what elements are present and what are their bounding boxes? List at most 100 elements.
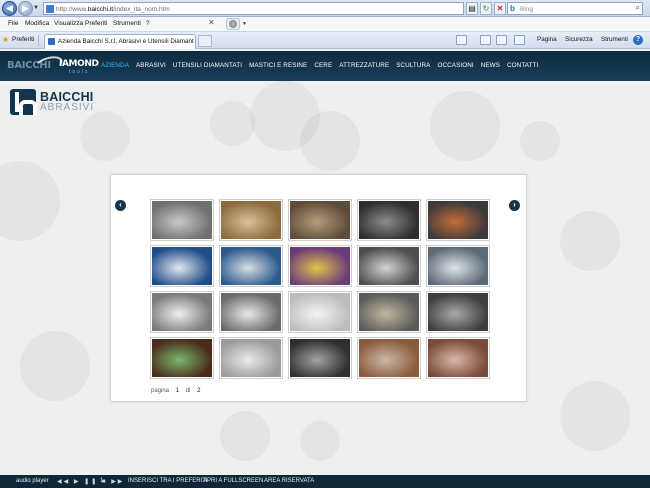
thumb-abrasive-wheels-image [152, 201, 212, 239]
tab-bar: ★ Preferiti Azienda Baicchi S.r.l. Abras… [0, 32, 650, 49]
search-input[interactable]: b Bing ⌕ [507, 2, 643, 15]
favorites-button[interactable]: Preferiti [12, 36, 34, 43]
thumb-grinding-segments[interactable] [426, 291, 490, 333]
refresh-icon[interactable]: ↻ [480, 2, 492, 15]
menu-visualizza[interactable]: Visualizza [54, 20, 83, 27]
menu-preferiti[interactable]: Preferiti [85, 20, 107, 27]
background-bubble [520, 121, 560, 161]
thumb-diamond-blade-image [428, 247, 488, 285]
help-icon[interactable]: ? [633, 35, 643, 45]
thumb-sanding-disc[interactable] [357, 337, 421, 379]
menu-modifica[interactable]: Modifica [25, 20, 49, 27]
footer-fullscreen-link[interactable]: APRI A FULLSCREEN [203, 478, 263, 484]
thumb-diamond-blade[interactable] [426, 245, 490, 287]
baicchi-logo-icon[interactable] [10, 89, 37, 116]
nav-cere[interactable]: CERE [314, 62, 332, 69]
thumb-diamond-wire-image [152, 293, 212, 331]
audio-player-label: audio player [16, 478, 49, 484]
menu-pagina[interactable]: Pagina [537, 36, 557, 43]
thumb-saw-blade-edge[interactable] [288, 291, 352, 333]
address-bar: ◀ ▶ ▼ http://www.baicchi.it/index_ita_no… [0, 0, 650, 17]
mail-icon[interactable] [496, 35, 507, 45]
thumb-cutting-ring-image [221, 293, 281, 331]
logo-subtitle: ABRASIVI [40, 102, 95, 113]
menu-help[interactable]: ? [146, 20, 150, 27]
home-icon[interactable] [456, 35, 467, 45]
thumb-core-bit[interactable] [357, 291, 421, 333]
thumb-colored-abrasives-image [428, 201, 488, 239]
tab-active[interactable]: Azienda Baicchi S.r.l. Abrasivi e Utensi… [44, 34, 196, 49]
nav-mastici-e-resine[interactable]: MASTICI E RESINE [249, 62, 307, 69]
thumb-abrasive-wheels[interactable] [150, 199, 214, 241]
thumb-cup-stones-image [359, 201, 419, 239]
feeds-icon[interactable] [480, 35, 491, 45]
history-dropdown-icon[interactable]: ▼ [33, 5, 39, 11]
background-bubble [0, 161, 60, 241]
nav-scultura[interactable]: SCULTURA [396, 62, 430, 69]
main-nav: AZIENDA ABRASIVI UTENSILI DIAMANTATI MAS… [101, 62, 545, 69]
nav-azienda[interactable]: AZIENDA [101, 62, 129, 69]
audio-track-number: 1 [100, 478, 104, 484]
url-field[interactable]: http://www.baicchi.it/index_ita_nom.htm [43, 2, 464, 15]
footer-reserved-area-link[interactable]: AREA RISERVATA [264, 478, 314, 484]
back-button[interactable]: ◀ [2, 1, 17, 16]
thumb-cup-stones[interactable] [357, 199, 421, 241]
thumb-cutting-ring[interactable] [219, 291, 283, 333]
compatibility-icon[interactable]: ▤ [466, 2, 478, 15]
thumb-saw-blade-edge-image [290, 293, 350, 331]
thumb-curved-blade[interactable] [288, 337, 352, 379]
background-bubble [80, 111, 130, 161]
toolbar-addon-icon[interactable] [226, 18, 240, 30]
thumb-chisel-tips-image [221, 339, 281, 377]
search-icon[interactable]: ⌕ [636, 3, 640, 13]
site-favicon-icon [46, 5, 54, 13]
bing-logo-icon: b [510, 4, 515, 13]
thumb-abrasive-rolls-image [152, 339, 212, 377]
gallery-prev-arrow-icon[interactable]: ‹ [115, 200, 126, 211]
thumb-abrasive-rolls[interactable] [150, 337, 214, 379]
menu-sicurezza[interactable]: Sicurezza [565, 36, 593, 43]
thumb-grinding-blocks[interactable] [219, 199, 283, 241]
divider [38, 35, 39, 46]
background-bubble [560, 211, 620, 271]
thumb-polishing-discs[interactable] [357, 245, 421, 287]
footer-add-favorites-link[interactable]: INSERISCI TRA I PREFERITI [128, 478, 208, 484]
favorites-star-icon[interactable]: ★ [2, 35, 9, 44]
thumb-diamond-segments[interactable] [288, 199, 352, 241]
nav-news[interactable]: NEWS [481, 62, 500, 69]
thumb-chisel-tips[interactable] [219, 337, 283, 379]
nav-utensili-diamantati[interactable]: UTENSILI DIAMANTATI [173, 62, 242, 69]
gallery-next-arrow-icon[interactable]: › [509, 200, 520, 211]
pager-current-page[interactable]: 1 [176, 388, 179, 394]
menu-strumenti[interactable]: Strumenti [113, 20, 141, 27]
stop-icon[interactable]: ✕ [494, 2, 506, 15]
address-actions: ▤ ↻ ✕ [466, 2, 506, 15]
nav-contatti[interactable]: CONTATTI [507, 62, 538, 69]
pager-label: pagina [151, 388, 170, 394]
print-icon[interactable] [514, 35, 525, 45]
new-tab-button[interactable] [198, 35, 212, 47]
nav-abrasivi[interactable]: ABRASIVI [136, 62, 166, 69]
thumb-colored-abrasives[interactable] [426, 199, 490, 241]
thumb-adhesive-pail[interactable] [219, 245, 283, 287]
thumb-spray-cans[interactable] [288, 245, 352, 287]
menu-strumenti-cmd[interactable]: Strumenti [601, 36, 628, 43]
footer-bar: audio player ◀◀ ▶ ❚❚ ■ ▶▶ 1 INSERISCI TR… [0, 475, 650, 488]
thumb-diamond-segments-image [290, 201, 350, 239]
thumb-resin-cans[interactable] [150, 245, 214, 287]
nav-attrezzature[interactable]: ATTREZZATURE [339, 62, 389, 69]
pager-total-pages[interactable]: 2 [197, 388, 200, 394]
thumb-core-bit-image [359, 293, 419, 331]
thumb-core-drills[interactable] [426, 337, 490, 379]
close-toolbar-icon[interactable]: ✕ [208, 18, 215, 27]
pager-of-label: di [185, 388, 191, 394]
menu-file[interactable]: File [8, 20, 18, 27]
thumb-sanding-disc-image [359, 339, 419, 377]
chevron-down-icon[interactable]: ▼ [242, 21, 247, 27]
thumb-diamond-wire[interactable] [150, 291, 214, 333]
nav-occasioni[interactable]: OCCASIONI [437, 62, 473, 69]
audio-controls-icon[interactable]: ◀◀ ▶ ❚❚ ■ ▶▶ [57, 478, 124, 485]
background-bubble [210, 101, 255, 146]
forward-button[interactable]: ▶ [18, 1, 33, 16]
thumb-adhesive-pail-image [221, 247, 281, 285]
